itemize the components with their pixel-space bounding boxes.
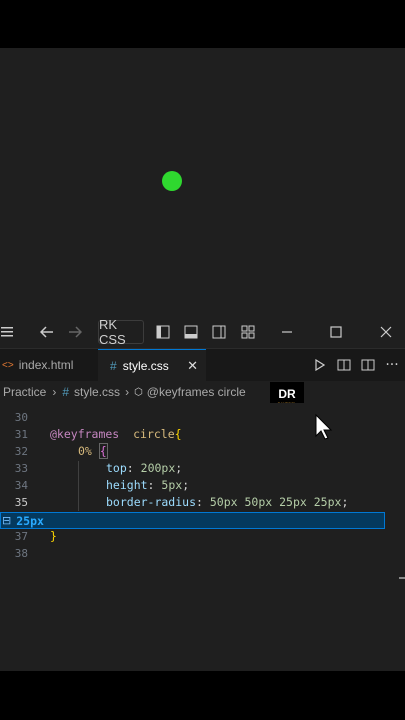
close-window-icon[interactable]	[376, 316, 396, 348]
value: 5px	[161, 478, 183, 492]
close-tab-icon[interactable]: ✕	[187, 358, 198, 374]
value: 200px	[140, 461, 176, 475]
toggle-primary-sidebar-icon[interactable]	[153, 316, 173, 348]
brace: {	[98, 443, 108, 459]
code-line: @keyframes circle{	[50, 427, 182, 441]
toggle-panel-icon[interactable]	[181, 316, 201, 348]
customize-layout-icon[interactable]	[238, 316, 258, 348]
forward-arrow-icon[interactable]	[65, 316, 85, 348]
suggestion-label: 25px	[16, 513, 44, 528]
keyframe-selector: 0%	[78, 444, 92, 458]
bottom-bar	[0, 671, 405, 720]
keyframes-name: circle	[133, 427, 175, 441]
indent-guide	[78, 461, 79, 511]
preview-area	[0, 48, 405, 316]
open-changes-icon[interactable]	[336, 349, 352, 381]
scrollbar[interactable]	[399, 577, 405, 579]
breadcrumb-file[interactable]: style.css	[74, 385, 120, 399]
tab-label: index.html	[18, 358, 74, 372]
title-bar: RK CSS	[0, 316, 405, 349]
breadcrumb-symbol[interactable]: @keyframes circle	[147, 385, 246, 399]
logo-text: DR	[278, 386, 296, 401]
at-rule: @keyframes	[50, 427, 120, 441]
toggle-secondary-sidebar-icon[interactable]	[209, 316, 229, 348]
brace: {	[174, 427, 182, 441]
code-line: border-radius: 50px 50px 25px 25px;	[106, 495, 349, 509]
line-number: 35	[14, 496, 28, 509]
unit-snippet-icon: ⊟	[2, 514, 12, 527]
code-editor[interactable]: 30 31 32 33 34 35 37 38 @keyframes circl…	[0, 403, 405, 671]
suggestion-item[interactable]: ⊟ 25px	[0, 512, 385, 529]
command-center[interactable]: RK CSS	[98, 317, 144, 347]
more-actions-icon[interactable]: ···	[383, 349, 401, 381]
brace: }	[50, 529, 57, 543]
value: 50px 50px 25px 25px	[209, 495, 342, 509]
back-arrow-icon[interactable]	[37, 316, 57, 348]
run-icon[interactable]	[312, 349, 328, 381]
property: height	[106, 478, 148, 492]
chevron-right-icon: ›	[125, 385, 130, 399]
html-file-icon: <>	[2, 359, 14, 371]
css-file-icon: #	[62, 385, 70, 399]
menu-icon[interactable]	[0, 316, 14, 348]
line-number: 34	[14, 479, 28, 492]
line-number: 32	[14, 445, 28, 458]
minimize-icon[interactable]	[277, 316, 297, 348]
breadcrumb: Practice › # style.css › ⬡ @keyframes ci…	[0, 381, 405, 403]
property: border-radius	[106, 495, 197, 509]
tab-index-html[interactable]: <> index.html	[0, 349, 98, 381]
line-number: 38	[14, 547, 28, 560]
chevron-right-icon: ›	[52, 385, 57, 399]
breadcrumb-folder[interactable]: Practice	[3, 385, 46, 399]
line-number: 37	[14, 530, 28, 543]
editor-tabs: <> index.html # style.css ✕ ···	[0, 349, 405, 382]
code-line: top: 200px;	[106, 461, 183, 475]
line-number: 30	[14, 411, 28, 424]
line-number: 33	[14, 462, 28, 475]
tab-label: style.css	[122, 359, 169, 373]
maximize-icon[interactable]	[326, 316, 346, 348]
css-file-icon: #	[110, 359, 117, 373]
code-line: 0% {	[78, 443, 108, 459]
line-number: 31	[14, 428, 28, 441]
mouse-cursor-icon	[314, 413, 334, 445]
split-editor-icon[interactable]	[360, 349, 376, 381]
keyframes-symbol-icon: ⬡	[134, 386, 143, 398]
animated-circle	[162, 171, 182, 191]
tab-style-css[interactable]: # style.css ✕	[98, 349, 206, 382]
code-line: height: 5px;	[106, 478, 190, 492]
property: top	[106, 461, 127, 475]
code-line: }	[50, 529, 57, 543]
